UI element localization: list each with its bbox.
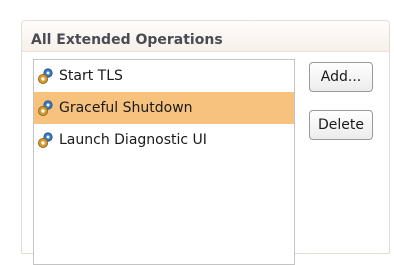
operations-list[interactable]: Start TLS Graceful Shutdown Launch Diagn… — [33, 59, 295, 265]
delete-button[interactable]: Delete — [309, 110, 373, 140]
gear-icon — [38, 100, 53, 116]
extended-operations-panel: All Extended Operations Start TLS Gracef… — [21, 20, 390, 265]
list-item-label: Start TLS — [59, 68, 123, 84]
list-item-start-tls[interactable]: Start TLS — [34, 60, 294, 92]
add-button[interactable]: Add... — [309, 62, 373, 92]
list-item-label: Launch Diagnostic UI — [59, 132, 207, 148]
gear-icon — [38, 132, 53, 148]
gear-icon — [38, 68, 53, 84]
list-item-graceful-shutdown[interactable]: Graceful Shutdown — [34, 92, 294, 124]
panel-header: All Extended Operations — [22, 21, 389, 52]
list-item-label: Graceful Shutdown — [59, 100, 193, 116]
list-item-launch-diagnostic-ui[interactable]: Launch Diagnostic UI — [34, 124, 294, 156]
panel-title: All Extended Operations — [31, 32, 223, 48]
